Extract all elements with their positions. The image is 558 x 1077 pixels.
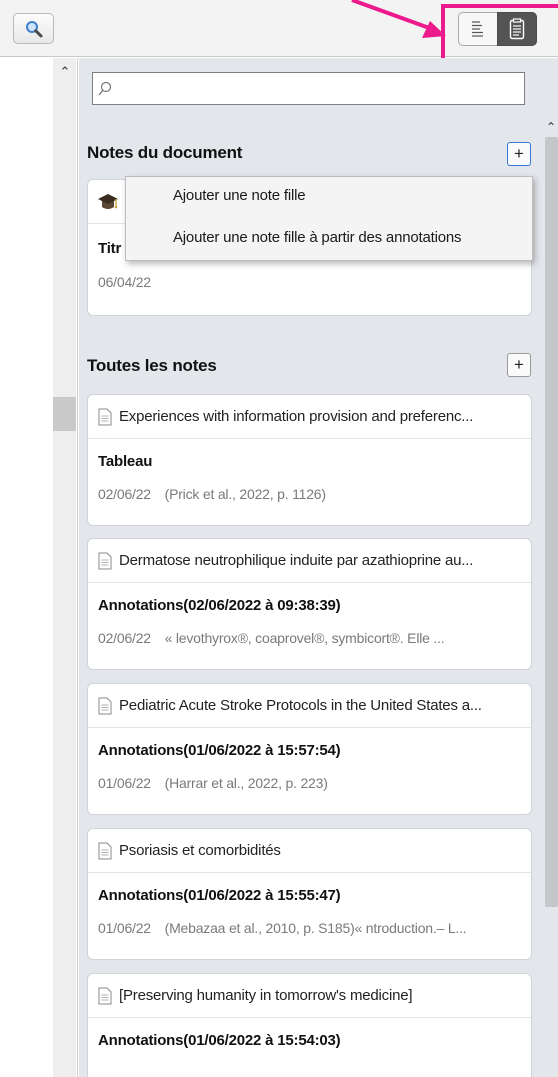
add-document-note-button[interactable]: +	[507, 142, 531, 166]
note-date: 02/06/22	[98, 486, 151, 502]
document-icon	[98, 552, 112, 569]
note-excerpt: « levothyrox®, coaprovel®, symbicort®. E…	[164, 630, 445, 646]
graduation-cap-icon	[98, 193, 118, 209]
note-parent-title: Psoriasis et comorbidités	[119, 842, 281, 859]
note-card[interactable]: Dermatose neutrophilique induite par aza…	[87, 538, 532, 670]
note-parent-title: [Preserving humanity in tomorrow's medic…	[119, 987, 413, 1004]
document-note-title: Titr	[98, 240, 122, 257]
note-parent-title: Pediatric Acute Stroke Protocols in the …	[119, 697, 482, 714]
note-card[interactable]: Psoriasis et comorbidités Annotations(01…	[87, 828, 532, 960]
menu-item-add-child-note[interactable]: Ajouter une note fille	[173, 187, 306, 204]
add-note-context-menu: Ajouter une note fille Ajouter une note …	[125, 176, 533, 261]
menu-item-add-child-note-from-annotations[interactable]: Ajouter une note fille à partir des anno…	[173, 229, 461, 246]
document-icon	[98, 987, 112, 1004]
note-title: Annotations(01/06/2022 à 15:57:54)	[98, 742, 341, 759]
note-card[interactable]: [Preserving humanity in tomorrow's medic…	[87, 973, 532, 1077]
note-parent-title: Experiences with information provision a…	[119, 408, 474, 425]
items-scrollbar-thumb[interactable]	[53, 397, 76, 431]
search-icon	[98, 81, 112, 96]
document-icon	[98, 408, 112, 425]
scroll-up-icon[interactable]: ⌃	[546, 120, 558, 134]
notes-search-input[interactable]	[115, 73, 520, 104]
scroll-up-icon[interactable]: ⌃	[58, 64, 72, 80]
note-excerpt: (Prick et al., 2022, p. 1126)	[164, 486, 326, 502]
items-scrollbar[interactable]	[53, 58, 76, 1077]
search-toggle-button[interactable]	[13, 13, 54, 44]
note-date: 01/06/22	[98, 920, 151, 936]
document-icon	[98, 842, 112, 859]
notes-scrollbar-thumb[interactable]	[545, 137, 558, 907]
note-card[interactable]: Pediatric Acute Stroke Protocols in the …	[87, 683, 532, 815]
note-card[interactable]: Experiences with information provision a…	[87, 394, 532, 526]
note-excerpt: (Harrar et al., 2022, p. 223)	[164, 775, 328, 791]
notes-search[interactable]	[92, 72, 525, 105]
note-parent-title: Dermatose neutrophilique induite par aza…	[119, 552, 474, 569]
document-notes-heading: Notes du document	[87, 143, 243, 162]
note-date: 01/06/22	[98, 775, 151, 791]
add-standalone-note-button[interactable]: +	[507, 353, 531, 377]
note-date: 06/04/22	[98, 274, 151, 290]
note-title: Annotations(02/06/2022 à 09:38:39)	[98, 597, 341, 614]
all-notes-heading: Toutes les notes	[87, 356, 217, 375]
magnifier-icon	[25, 20, 42, 37]
document-icon	[98, 697, 112, 714]
note-date: 02/06/22	[98, 630, 151, 646]
note-title: Annotations(01/06/2022 à 15:55:47)	[98, 887, 341, 904]
note-title: Annotations(01/06/2022 à 15:54:03)	[98, 1032, 341, 1049]
note-title: Tableau	[98, 453, 153, 470]
note-excerpt: (Mebazaa et al., 2010, p. S185)« ntroduc…	[164, 920, 467, 936]
